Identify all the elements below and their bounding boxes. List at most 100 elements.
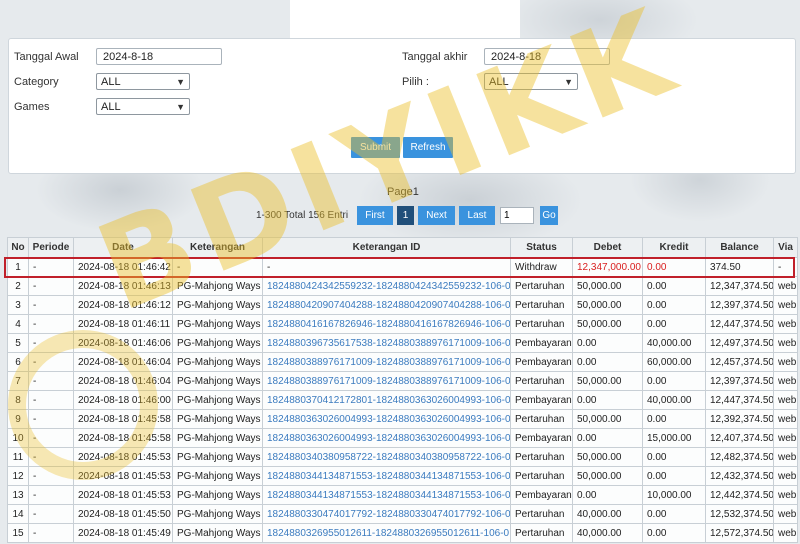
table-cell[interactable]: 1824880420907404288-1824880420907404288-… (262, 295, 511, 315)
table-cell: PG-Mahjong Ways (172, 504, 263, 524)
table-cell: 40,000.00 (572, 523, 643, 543)
table-cell: 2024-08-18 01:45:50 (73, 504, 173, 524)
table-cell: - (28, 276, 74, 296)
table-cell: - (28, 485, 74, 505)
last-page-button[interactable]: Last (459, 206, 495, 225)
games-value: ALL (101, 100, 121, 113)
table-cell[interactable]: 1824880396735617538-1824880388976171009-… (262, 333, 511, 353)
col-header-debet[interactable]: Debet (572, 237, 643, 258)
pilih-value: ALL (489, 75, 509, 88)
table-cell[interactable]: 1824880363026004993-1824880363026004993-… (262, 428, 511, 448)
table-cell: 12,497,374.50 (705, 333, 774, 353)
col-header-kredit[interactable]: Kredit (642, 237, 706, 258)
table-cell: 5 (7, 333, 29, 353)
table-cell[interactable]: 1824880340380958722-1824880340380958722-… (262, 447, 511, 467)
table-cell: 2024-08-18 01:46:00 (73, 390, 173, 410)
table-cell: 60,000.00 (642, 352, 706, 372)
table-cell: 12,447,374.50 (705, 390, 774, 410)
table-cell: - (28, 295, 74, 315)
go-button[interactable]: Go (540, 206, 558, 225)
table-row: 8-2024-08-18 01:46:00 PG-Mahjong Ways 1824… (7, 390, 798, 410)
table-cell: 12,397,374.50 (705, 371, 774, 391)
table-cell[interactable]: 1824880388976171009-1824880388976171009-… (262, 371, 511, 391)
table-cell: 10 (7, 428, 29, 448)
col-header-keterangan-id[interactable]: Keterangan ID (262, 237, 511, 258)
table-cell: 2024-08-18 01:46:04 (73, 352, 173, 372)
table-row: 4-2024-08-18 01:46:11 PG-Mahjong Ways 1824… (7, 314, 798, 334)
pilih-select[interactable]: ALL ▼ (484, 73, 578, 90)
table-cell: - (28, 409, 74, 429)
table-row: 5-2024-08-18 01:46:06 PG-Mahjong Ways 1824… (7, 333, 798, 353)
table-cell[interactable]: - (262, 257, 511, 277)
table-cell: 12,457,374.50 (705, 352, 774, 372)
table-row: 2-2024-08-18 01:46:13 PG-Mahjong Ways 1824… (7, 276, 798, 296)
first-page-button[interactable]: First (357, 206, 393, 225)
table-cell: 10,000.00 (642, 485, 706, 505)
table-row: 13-2024-08-18 01:45:53 PG-Mahjong Ways 182… (7, 485, 798, 505)
table-cell: 0.00 (642, 466, 706, 486)
table-cell: 0.00 (642, 295, 706, 315)
table-cell: 50,000.00 (572, 447, 643, 467)
tanggal-akhir-row: Tanggal akhir (402, 48, 610, 65)
table-cell: 0.00 (642, 447, 706, 467)
table-cell: Pertaruhan (510, 295, 573, 315)
table-cell: 50,000.00 (572, 409, 643, 429)
table-cell: PG-Mahjong Ways (172, 333, 263, 353)
table-cell: Pembayaran (510, 485, 573, 505)
table-cell: web (773, 447, 798, 467)
table-cell: 2024-08-18 01:46:06 (73, 333, 173, 353)
table-cell: web (773, 314, 798, 334)
filter-panel: Tanggal Awal Tanggal akhir Category ALL … (8, 38, 796, 174)
table-cell: 2024-08-18 01:45:53 (73, 447, 173, 467)
table-cell: 0.00 (572, 428, 643, 448)
current-page-button[interactable]: 1 (397, 206, 414, 225)
table-cell: 0.00 (572, 352, 643, 372)
table-cell[interactable]: 1824880344134871553-1824880344134871553-… (262, 466, 511, 486)
table-cell: PG-Mahjong Ways (172, 466, 263, 486)
table-cell: web (773, 352, 798, 372)
table-row: 15-2024-08-18 01:45:49 PG-Mahjong Ways 182… (7, 523, 798, 543)
col-header-balance[interactable]: Balance (705, 237, 774, 258)
category-select[interactable]: ALL ▼ (96, 73, 190, 90)
table-cell[interactable]: 1824880330474017792-1824880330474017792-… (262, 504, 511, 524)
table-cell: 2024-08-18 01:45:58 (73, 428, 173, 448)
table-cell: 13 (7, 485, 29, 505)
table-cell[interactable]: 1824880416167826946-1824880416167826946-… (262, 314, 511, 334)
tanggal-akhir-input[interactable] (484, 48, 610, 65)
table-cell: PG-Mahjong Ways (172, 276, 263, 296)
table-cell: 2024-08-18 01:46:13 (73, 276, 173, 296)
page-number-input[interactable] (500, 207, 534, 224)
table-cell[interactable]: 1824880388976171009-1824880388976171009-… (262, 352, 511, 372)
table-cell: Pembayaran (510, 333, 573, 353)
table-cell: 12,447,374.50 (705, 314, 774, 334)
table-row: 3-2024-08-18 01:46:12 PG-Mahjong Ways 1824… (7, 295, 798, 315)
col-header-date[interactable]: Date (73, 237, 173, 258)
col-header-no[interactable]: No (7, 237, 29, 258)
col-header-keterangan[interactable]: Keterangan (172, 237, 263, 258)
col-header-periode[interactable]: Periode (28, 237, 74, 258)
refresh-button[interactable]: Refresh (403, 137, 453, 158)
table-cell: PG-Mahjong Ways (172, 409, 263, 429)
table-cell: 12,397,374.50 (705, 295, 774, 315)
tanggal-awal-input[interactable] (96, 48, 222, 65)
table-cell: 0.00 (642, 371, 706, 391)
table-cell[interactable]: 1824880326955012611-1824880326955012611-… (262, 523, 511, 543)
table-cell[interactable]: 1824880424342559232-1824880424342559232-… (262, 276, 511, 296)
next-page-button[interactable]: Next (418, 206, 455, 225)
table-cell: 2024-08-18 01:46:12 (73, 295, 173, 315)
page-title: Page1 (387, 186, 419, 198)
col-header-via[interactable]: Via (773, 237, 798, 258)
submit-button[interactable]: Submit (351, 137, 400, 158)
table-cell: 0.00 (642, 523, 706, 543)
table-cell: - (28, 314, 74, 334)
games-select[interactable]: ALL ▼ (96, 98, 190, 115)
table-cell: Pertaruhan (510, 314, 573, 334)
table-cell[interactable]: 1824880370412172801-1824880363026004993-… (262, 390, 511, 410)
table-cell: 40,000.00 (642, 390, 706, 410)
table-cell[interactable]: 1824880344134871553-1824880344134871553-… (262, 485, 511, 505)
table-cell: 12,347,000.00 (572, 257, 643, 277)
table-cell[interactable]: 1824880363026004993-1824880363026004993-… (262, 409, 511, 429)
col-header-status[interactable]: Status (510, 237, 573, 258)
table-cell: web (773, 295, 798, 315)
table-cell: PG-Mahjong Ways (172, 352, 263, 372)
